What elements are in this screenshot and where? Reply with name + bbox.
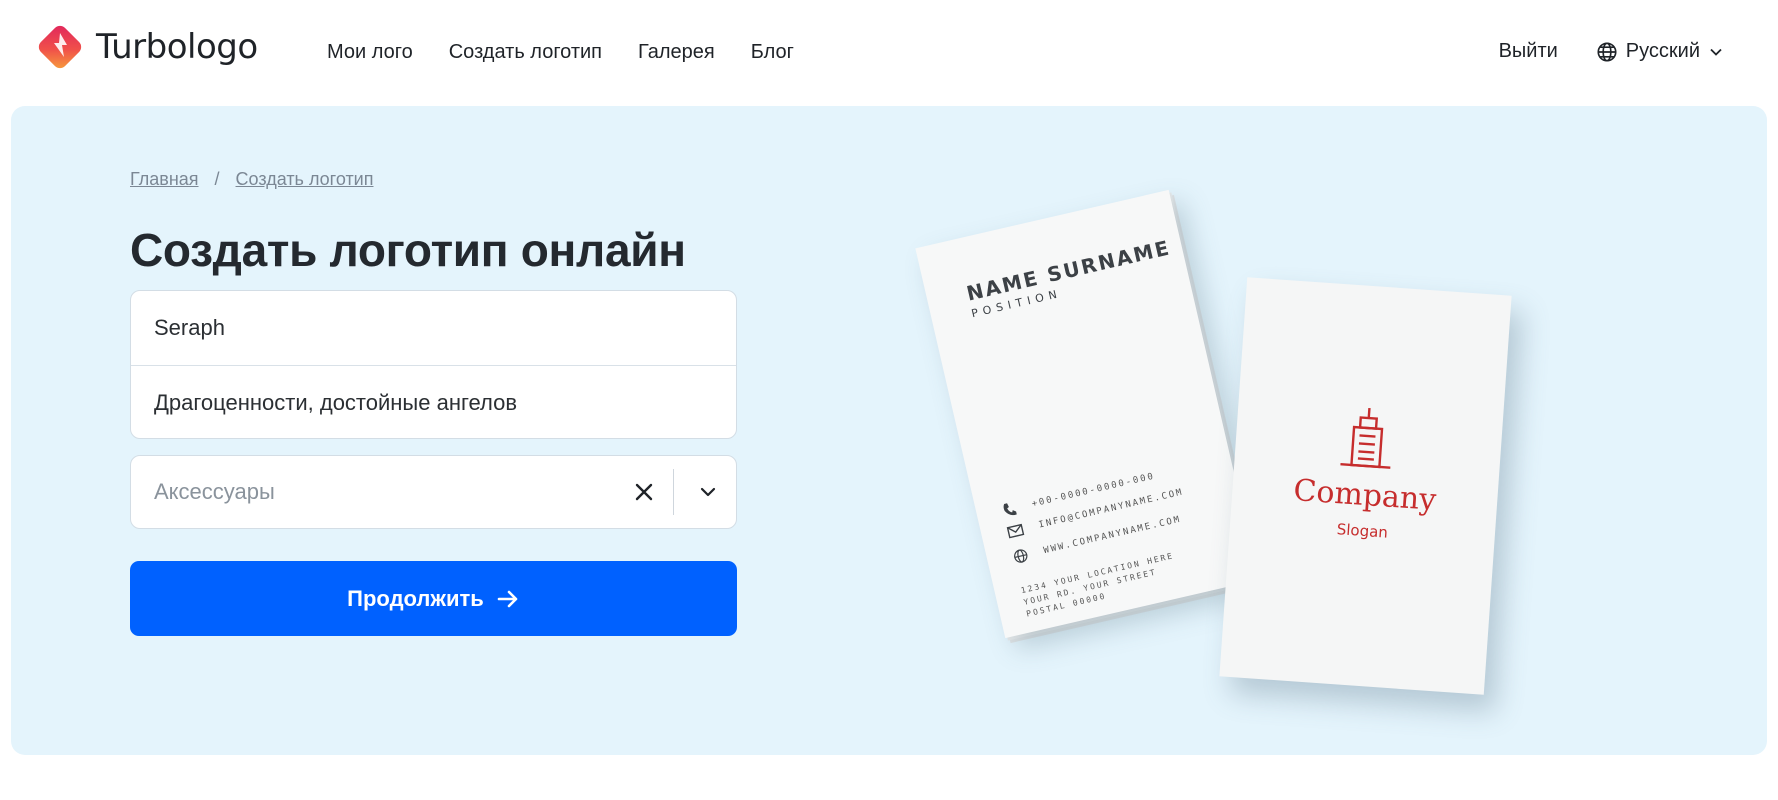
nav-gallery[interactable]: Галерея [638,41,715,64]
continue-button-label: Продолжить [347,585,484,611]
phone-icon [1003,503,1017,516]
industry-select[interactable]: Аксессуары [130,455,737,529]
breadcrumb-home[interactable]: Главная [130,169,199,190]
arrow-right-icon [497,590,518,607]
nav-blog[interactable]: Блог [751,41,794,64]
nav-create-logo[interactable]: Создать логотип [449,41,602,64]
chevron-down-icon [700,487,716,497]
breadcrumb: Главная / Создать логотип [130,169,373,190]
company-name-input[interactable] [131,291,736,365]
business-card-front: NAME SURNAME POSITION +00-0000-0000-000 … [915,189,1259,639]
card-name: NAME SURNAME [964,235,1173,306]
web-icon [1014,549,1028,563]
mail-icon [1006,523,1025,539]
brand-logo[interactable]: Turbologo [34,21,258,73]
select-divider [673,469,674,515]
card-address: 1234 YOUR LOCATION HERE YOUR RD. YOUR ST… [1020,550,1181,620]
breadcrumb-separator: / [214,169,220,189]
site-header: Turbologo Мои лого Создать логотип Галер… [0,0,1778,106]
card-company-name: Company [1292,473,1438,518]
globe-icon [1597,41,1617,62]
logout-link[interactable]: Выйти [1499,40,1558,63]
business-cards-illustration: NAME SURNAME POSITION +00-0000-0000-000 … [911,166,1591,726]
chevron-down-icon [1710,48,1722,56]
open-dropdown-button[interactable] [680,469,736,515]
page-title: Создать логотип онлайн [130,224,686,276]
building-icon [1340,408,1391,469]
continue-button[interactable]: Продолжить [130,561,737,636]
breadcrumb-create-logo[interactable]: Создать логотип [236,169,374,190]
logo-details-form [130,290,737,439]
nav-my-logos[interactable]: Мои лого [327,41,413,64]
clear-selection-button[interactable] [621,469,667,515]
language-selector[interactable]: Русский [1596,40,1724,63]
slogan-input[interactable] [131,366,736,438]
language-label: Русский [1625,40,1700,62]
business-card-back: Company Slogan [1219,277,1512,695]
hero-section: Главная / Создать логотип Создать логоти… [11,106,1767,755]
main-nav: Мои лого Создать логотип Галерея Блог [327,41,794,64]
turbologo-logo-icon [38,25,82,69]
close-icon [635,483,653,501]
header-actions: Выйти Русский [1499,40,1724,63]
industry-select-value: Аксессуары [154,479,275,504]
brand-name: Turbologo [96,27,258,67]
